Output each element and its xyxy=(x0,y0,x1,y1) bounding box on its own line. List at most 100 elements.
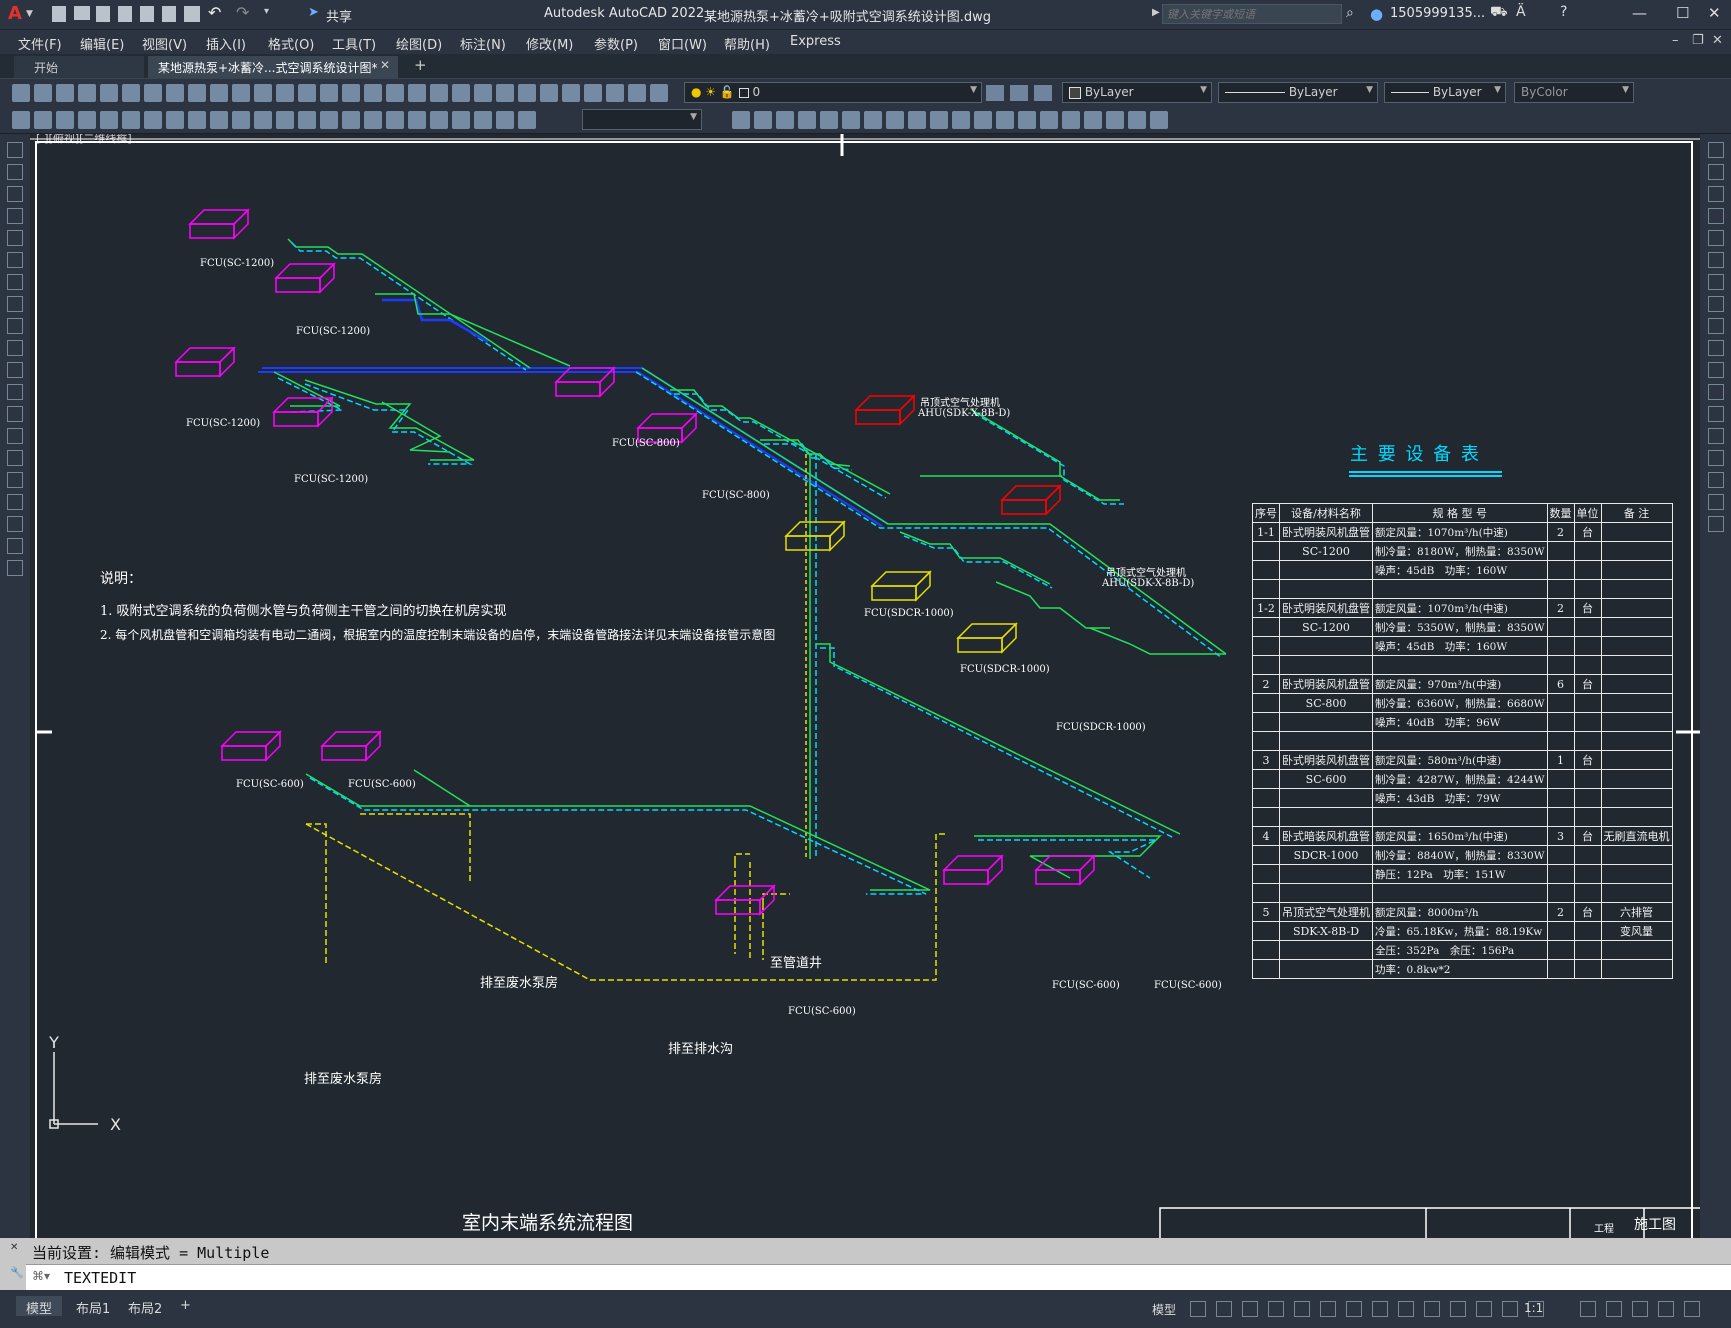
user-name[interactable]: 1505999135... xyxy=(1390,6,1485,21)
tool-icon[interactable] xyxy=(562,84,580,102)
redo-icon[interactable]: ↷ xyxy=(236,3,249,22)
tool-icon[interactable] xyxy=(606,84,624,102)
tool-icon[interactable] xyxy=(7,538,23,554)
tool-icon[interactable] xyxy=(7,142,23,158)
tool-icon[interactable] xyxy=(1708,362,1724,378)
make-current-icon[interactable] xyxy=(1010,85,1028,101)
tool-icon[interactable] xyxy=(7,428,23,444)
search-input[interactable] xyxy=(1162,4,1342,24)
tool-icon[interactable] xyxy=(430,84,448,102)
tool-icon[interactable] xyxy=(1128,111,1146,129)
tab-layout1[interactable]: 布局1 xyxy=(66,1296,120,1317)
lineweight-dropdown[interactable]: ByLayer ▼ xyxy=(1384,82,1506,103)
open-file-icon[interactable] xyxy=(74,6,90,20)
doc-close-button[interactable]: ✕ xyxy=(1712,33,1723,48)
tool-icon[interactable] xyxy=(12,84,30,102)
save-as-icon[interactable] xyxy=(118,6,132,22)
menu-format[interactable]: 格式(O) xyxy=(268,34,314,53)
layer-previous-icon[interactable] xyxy=(1034,85,1052,101)
tool-icon[interactable] xyxy=(7,252,23,268)
menu-tools[interactable]: 工具(T) xyxy=(332,34,376,53)
annotation-scale-dropdown[interactable]: ▼ xyxy=(582,109,702,130)
tool-icon[interactable] xyxy=(1708,252,1724,268)
tool-icon[interactable] xyxy=(7,208,23,224)
status-toggle-icon[interactable] xyxy=(1632,1301,1648,1317)
tab-model[interactable]: 模型 xyxy=(16,1296,63,1317)
layer-states-icon[interactable] xyxy=(986,85,1004,101)
tool-icon[interactable] xyxy=(7,472,23,488)
tool-icon[interactable] xyxy=(650,84,668,102)
search-icon[interactable]: ⌕ xyxy=(1346,5,1354,21)
tool-icon[interactable] xyxy=(342,111,360,129)
doc-restore-button[interactable]: ❐ xyxy=(1692,33,1704,48)
tool-icon[interactable] xyxy=(276,111,294,129)
tool-icon[interactable] xyxy=(210,84,228,102)
tool-icon[interactable] xyxy=(776,111,794,129)
tool-icon[interactable] xyxy=(232,84,250,102)
maximize-button[interactable]: ☐ xyxy=(1676,4,1689,22)
menu-insert[interactable]: 插入(I) xyxy=(206,34,246,53)
close-button[interactable]: ✕ xyxy=(1708,4,1721,22)
tab-layout2[interactable]: 布局2 xyxy=(118,1296,172,1317)
tool-icon[interactable] xyxy=(7,230,23,246)
model-space-button[interactable]: 模型 xyxy=(1152,1301,1176,1318)
help-icon[interactable]: ? xyxy=(1560,4,1567,20)
tool-icon[interactable] xyxy=(1708,230,1724,246)
menu-draw[interactable]: 绘图(D) xyxy=(396,34,442,53)
tool-icon[interactable] xyxy=(732,111,750,129)
tool-icon[interactable] xyxy=(100,84,118,102)
tool-icon[interactable] xyxy=(540,84,558,102)
tool-icon[interactable] xyxy=(7,516,23,532)
chevron-down-icon[interactable]: ▼ xyxy=(26,9,33,19)
wrench-icon[interactable]: 🔧 xyxy=(10,1266,24,1279)
tool-icon[interactable] xyxy=(1106,111,1124,129)
minimize-button[interactable]: — xyxy=(1632,4,1647,22)
drawing-viewport[interactable]: [-][俯视][二维线框] Y X FCU(SC-1200) FCU(SC-12… xyxy=(30,134,1700,1238)
menu-view[interactable]: 视图(V) xyxy=(142,34,187,53)
status-toggle-icon[interactable] xyxy=(1216,1301,1232,1317)
tab-start[interactable]: 开始 xyxy=(14,56,144,78)
tool-icon[interactable] xyxy=(12,111,30,129)
status-toggle-icon[interactable] xyxy=(1450,1301,1466,1317)
tool-icon[interactable] xyxy=(78,84,96,102)
cart-icon[interactable]: ⛟ xyxy=(1490,4,1508,22)
tool-icon[interactable] xyxy=(56,111,74,129)
tool-icon[interactable] xyxy=(820,111,838,129)
autocad-logo-icon[interactable]: A xyxy=(8,3,22,24)
save-to-web-icon[interactable] xyxy=(162,6,176,22)
tool-icon[interactable] xyxy=(188,84,206,102)
tool-icon[interactable] xyxy=(7,296,23,312)
tool-icon[interactable] xyxy=(754,111,772,129)
status-toggle-icon[interactable] xyxy=(1580,1301,1596,1317)
tool-icon[interactable] xyxy=(1708,296,1724,312)
status-toggle-icon[interactable] xyxy=(1476,1301,1492,1317)
tool-icon[interactable] xyxy=(842,111,860,129)
status-toggle-icon[interactable] xyxy=(1372,1301,1388,1317)
tool-icon[interactable] xyxy=(298,84,316,102)
tool-icon[interactable] xyxy=(7,164,23,180)
menu-window[interactable]: 窗口(W) xyxy=(658,34,707,53)
tool-icon[interactable] xyxy=(430,111,448,129)
tool-icon[interactable] xyxy=(1708,472,1724,488)
tab-drawing[interactable]: 某地源热泵+冰蓄冷...式空调系统设计图* ✕ xyxy=(148,56,398,78)
status-toggle-icon[interactable] xyxy=(1294,1301,1310,1317)
status-toggle-icon[interactable] xyxy=(1346,1301,1362,1317)
tool-icon[interactable] xyxy=(474,84,492,102)
tool-icon[interactable] xyxy=(7,560,23,576)
tool-icon[interactable] xyxy=(1708,428,1724,444)
undo-icon[interactable]: ↶ xyxy=(208,3,221,22)
customize-icon[interactable]: ▾ xyxy=(264,6,269,17)
tool-icon[interactable] xyxy=(232,111,250,129)
tool-icon[interactable] xyxy=(408,111,426,129)
tool-icon[interactable] xyxy=(210,111,228,129)
tool-icon[interactable] xyxy=(496,111,514,129)
menu-edit[interactable]: 编辑(E) xyxy=(80,34,124,53)
tool-icon[interactable] xyxy=(864,111,882,129)
plotstyle-dropdown[interactable]: ByColor ▼ xyxy=(1514,82,1634,103)
tool-icon[interactable] xyxy=(1018,111,1036,129)
tool-icon[interactable] xyxy=(452,84,470,102)
share-icon[interactable]: ➤ xyxy=(308,5,319,20)
menu-express[interactable]: Express xyxy=(790,34,841,49)
tool-icon[interactable] xyxy=(7,318,23,334)
status-toggle-icon[interactable] xyxy=(1242,1301,1258,1317)
